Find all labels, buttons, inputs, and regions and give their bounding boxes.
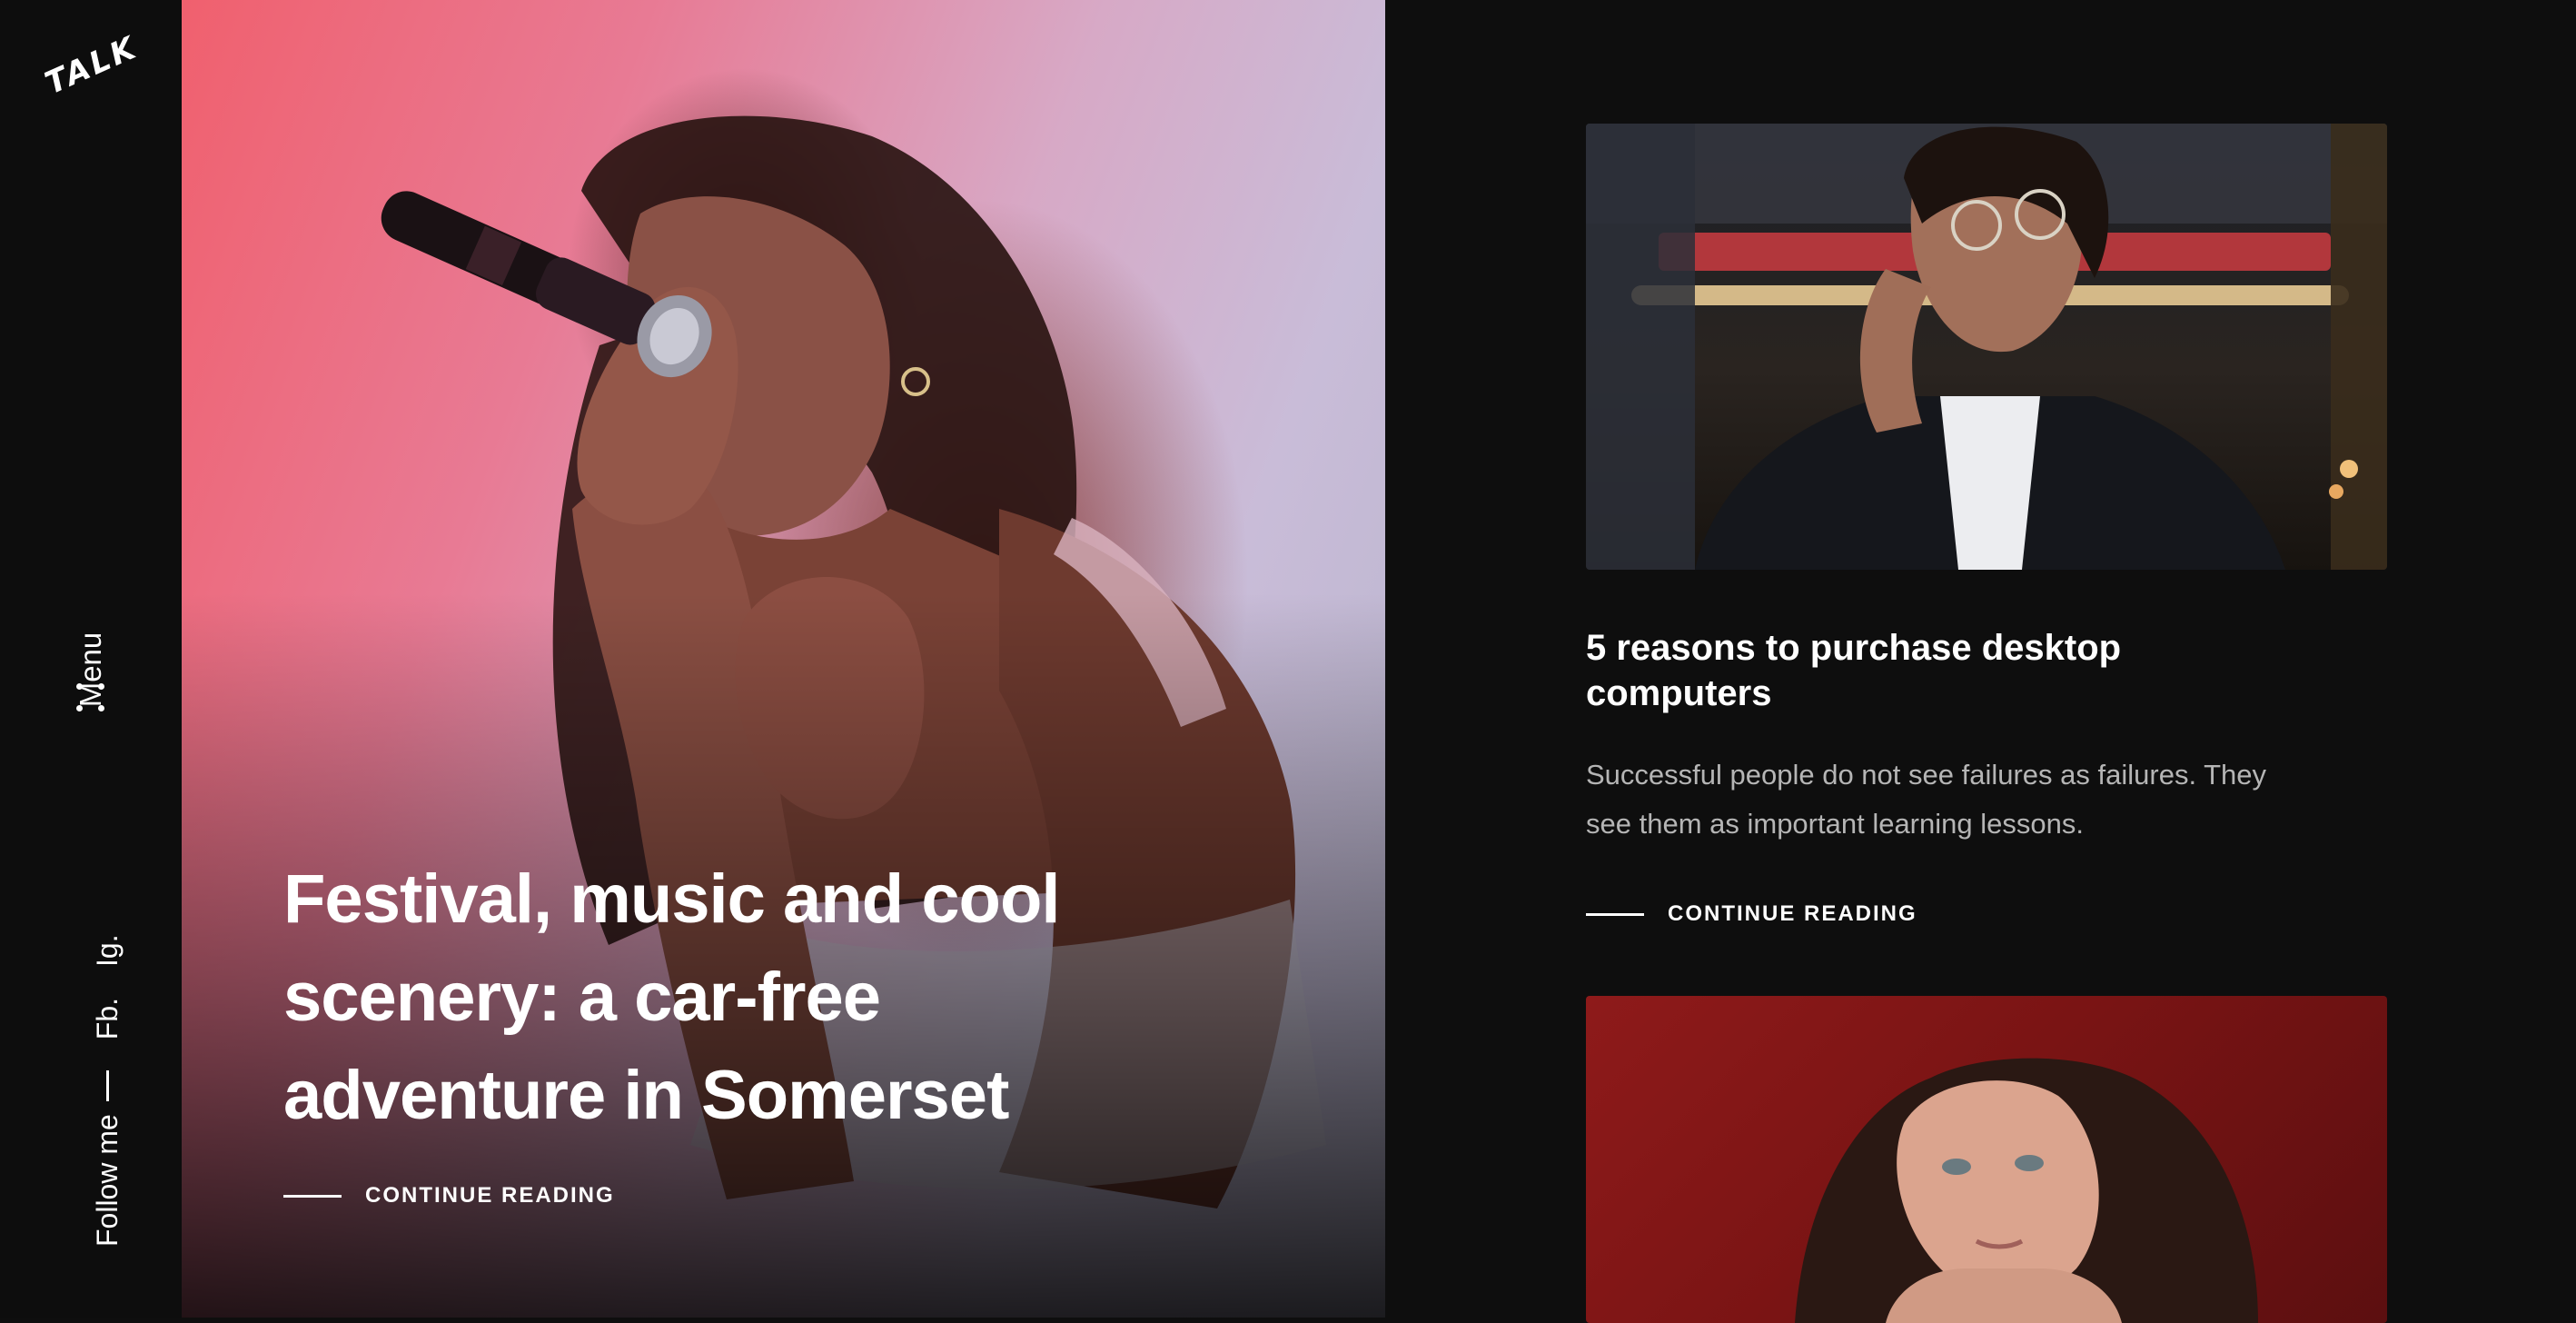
follow-dash (106, 1070, 109, 1102)
hero-title[interactable]: Festival, music and cool scenery: a car-… (283, 850, 1192, 1145)
social-links: Follow me Fb. Ig. (91, 934, 124, 1247)
continue-line-icon (1586, 912, 1644, 916)
post-image[interactable] (1586, 996, 2387, 1323)
hero-feature[interactable]: Festival, music and cool scenery: a car-… (182, 0, 1385, 1318)
post-continue-reading-label: CONTINUE READING (1668, 901, 1917, 926)
post-image[interactable] (1586, 124, 2387, 570)
menu-dots-icon[interactable] (76, 683, 105, 712)
hero-continue-reading-link[interactable]: CONTINUE READING (283, 1183, 615, 1209)
post-image-illustration (1586, 124, 2387, 570)
social-link-facebook[interactable]: Fb. (91, 998, 124, 1040)
continue-line-icon (283, 1194, 342, 1198)
site-logo[interactable]: TALK (40, 29, 144, 102)
post-excerpt: Successful people do not see failures as… (1586, 759, 2267, 840)
follow-me: Follow me (91, 1070, 124, 1247)
sidebar: TALK Menu Follow me Fb. Ig. (0, 0, 182, 1318)
hero-continue-reading-label: CONTINUE READING (365, 1183, 615, 1208)
post-continue-reading-link[interactable]: CONTINUE READING (1586, 901, 1917, 927)
follow-me-label: Follow me (91, 1114, 124, 1247)
post-image-illustration (1795, 1058, 2258, 1323)
post-title[interactable]: 5 reasons to purchase desktop computers (1586, 625, 2276, 716)
social-link-instagram[interactable]: Ig. (91, 934, 124, 967)
